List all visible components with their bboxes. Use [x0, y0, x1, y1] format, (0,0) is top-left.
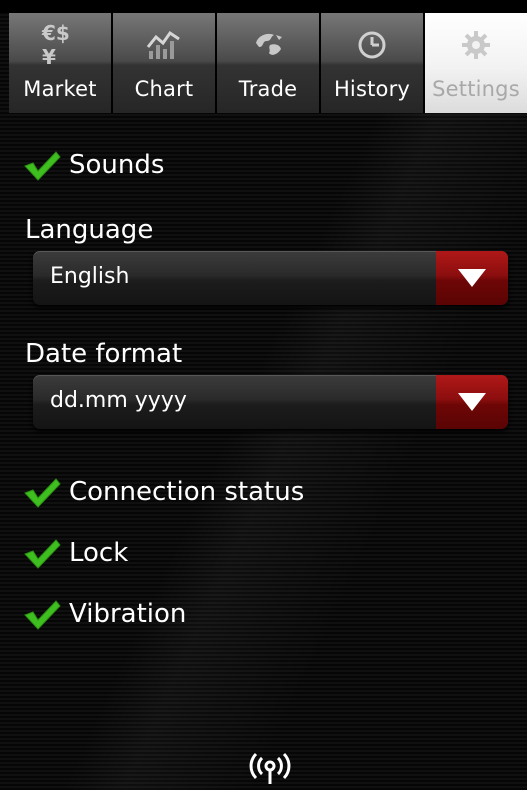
sounds-checkbox[interactable]: Sounds	[22, 143, 164, 187]
status-strip	[0, 0, 527, 13]
clock-icon	[354, 27, 390, 63]
tab-history-label: History	[333, 77, 411, 101]
tab-trade-label: Trade	[238, 77, 298, 101]
settings-screen: €$¥ Market Chart Trade History Settings …	[0, 0, 527, 790]
language-value: English	[50, 264, 130, 289]
tab-market[interactable]: €$¥ Market	[9, 13, 113, 113]
gear-icon	[458, 27, 494, 63]
language-dropdown-arrow[interactable]	[436, 251, 508, 305]
tab-trade[interactable]: Trade	[217, 13, 321, 113]
tab-settings-label: Settings	[432, 77, 520, 101]
lock-checkbox[interactable]: Lock	[22, 531, 128, 575]
checkmark-icon	[24, 478, 61, 508]
globe-icon	[250, 27, 286, 63]
triangle-down-icon	[458, 269, 486, 287]
date-format-label: Date format	[25, 339, 183, 369]
date-format-value: dd.mm yyyy	[50, 388, 187, 413]
checkmark-icon	[24, 600, 61, 630]
vibration-checkbox[interactable]: Vibration	[22, 592, 186, 636]
lock-label: Lock	[69, 538, 129, 568]
tab-history[interactable]: History	[321, 13, 425, 113]
triangle-down-icon	[458, 393, 486, 411]
checkmark-icon	[24, 151, 61, 181]
tab-chart[interactable]: Chart	[113, 13, 217, 113]
tab-bar: €$¥ Market Chart Trade History Settings	[9, 13, 527, 113]
date-format-dropdown-arrow[interactable]	[436, 375, 508, 429]
language-dropdown[interactable]: English	[33, 251, 508, 305]
tab-chart-label: Chart	[134, 77, 194, 101]
vibration-label: Vibration	[69, 599, 187, 629]
tab-settings[interactable]: Settings	[425, 13, 527, 113]
currency-icon: €$¥	[42, 21, 70, 69]
language-label: Language	[25, 215, 154, 245]
date-format-dropdown[interactable]: dd.mm yyyy	[33, 375, 508, 429]
signal-icon	[249, 752, 291, 784]
tab-market-label: Market	[23, 77, 97, 101]
connection-status-label: Connection status	[69, 477, 305, 507]
checkmark-icon	[24, 539, 61, 569]
sounds-label: Sounds	[69, 150, 165, 180]
chart-icon	[146, 27, 182, 63]
connection-status-checkbox[interactable]: Connection status	[22, 470, 304, 514]
